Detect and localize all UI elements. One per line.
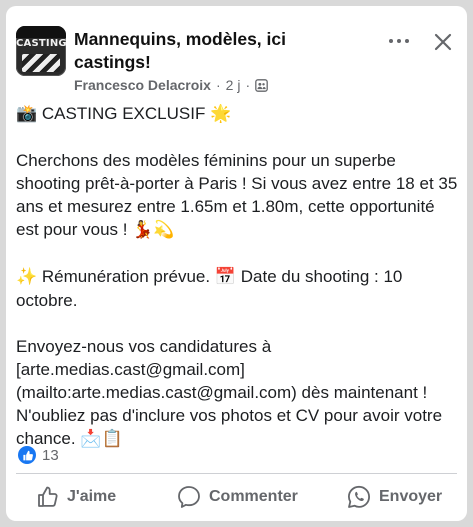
mail-clipboard-emojis: 📩📋	[80, 429, 123, 449]
actions-divider	[16, 473, 457, 474]
comment-bubble-icon	[178, 486, 200, 508]
like-button[interactable]: J'aime	[36, 477, 116, 517]
comment-label: Commenter	[209, 488, 298, 505]
group-avatar[interactable]: CASTING	[16, 26, 66, 76]
group-title[interactable]: Mannequins, modèles, ici castings!	[74, 28, 334, 74]
share-button[interactable]: Envoyer	[346, 477, 442, 517]
post-card: CASTING Mannequins, modèles, ici casting…	[6, 6, 467, 521]
post-paragraph-description: Cherchons des modèles féminins pour un s…	[16, 149, 462, 242]
post-actions: J'aime Commenter Envoyer	[6, 477, 467, 517]
sparkles-emoji: ✨	[16, 267, 38, 287]
payment-text: Rémunération prévue.	[41, 267, 211, 286]
whatsapp-icon	[348, 485, 370, 508]
author-name[interactable]: Francesco Delacroix	[74, 77, 211, 93]
camera-emoji: 📸	[16, 104, 38, 124]
like-label: J'aime	[67, 488, 117, 505]
dance-emojis: 💃💫	[132, 220, 175, 240]
more-horizontal-icon	[389, 39, 409, 43]
post-meta: Francesco Delacroix · 2 j ·	[74, 77, 268, 93]
description-text: Cherchons des modèles féminins pour un s…	[16, 151, 458, 239]
group-icon	[255, 78, 268, 92]
avatar-stripe	[16, 26, 66, 38]
post-body: 📸 CASTING EXCLUSIF 🌟 Cherchons des modèl…	[16, 102, 462, 451]
post-headline: 📸 CASTING EXCLUSIF 🌟	[16, 102, 462, 126]
meta-separator-2: ·	[245, 77, 251, 93]
reaction-count: 13	[42, 446, 59, 464]
post-time[interactable]: 2 j	[226, 77, 241, 93]
reactions-summary[interactable]: 13	[18, 446, 59, 464]
avatar-text: CASTING	[16, 38, 66, 49]
star-emoji: 🌟	[210, 104, 232, 124]
calendar-emoji: 📅	[214, 267, 237, 287]
more-options-button[interactable]	[384, 30, 414, 52]
thumbs-up-icon	[38, 486, 58, 507]
share-label: Envoyer	[379, 488, 443, 505]
comment-button[interactable]: Commenter	[176, 477, 298, 517]
headline-text: CASTING EXCLUSIF	[41, 104, 206, 123]
post-header: CASTING Mannequins, modèles, ici casting…	[6, 6, 467, 102]
close-icon[interactable]	[431, 30, 455, 54]
post-paragraph-contact: Envoyez-nous vos candidatures à [arte.me…	[16, 335, 462, 451]
like-reaction-icon	[18, 446, 36, 464]
meta-separator: ·	[215, 77, 221, 93]
post-paragraph-details: ✨ Rémunération prévue. 📅 Date du shootin…	[16, 265, 462, 312]
clapperboard-graphic	[22, 54, 60, 72]
